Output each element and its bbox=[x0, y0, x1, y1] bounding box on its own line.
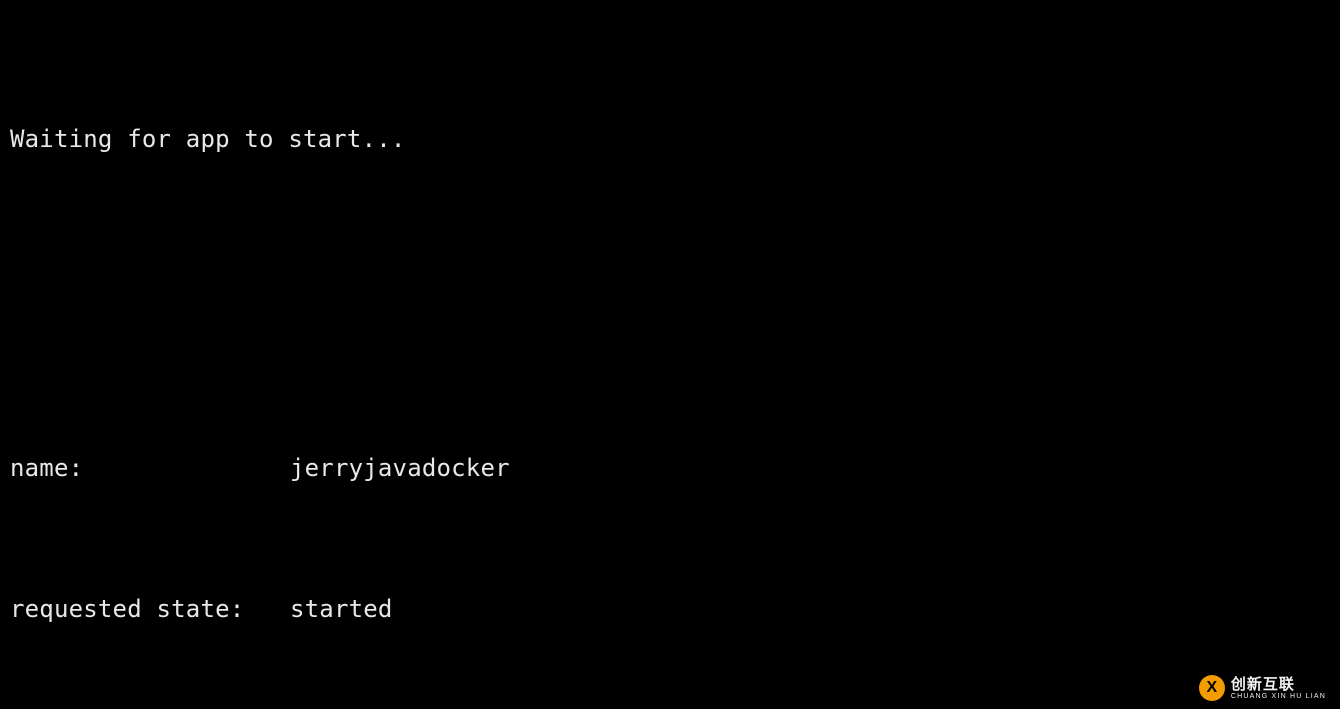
watermark: X 创新互联 CHUANG XIN HU LIAN bbox=[1199, 675, 1326, 701]
terminal-output: Waiting for app to start... name: jerryj… bbox=[0, 0, 1340, 709]
info-row-requested-state: requested state: started bbox=[10, 586, 1330, 633]
watermark-logo-icon: X bbox=[1199, 675, 1225, 701]
info-key: requested state: bbox=[10, 586, 290, 633]
waiting-line: Waiting for app to start... bbox=[10, 116, 1330, 163]
watermark-en: CHUANG XIN HU LIAN bbox=[1231, 693, 1326, 700]
info-value: jerryjavadocker bbox=[290, 445, 510, 492]
blank-line bbox=[10, 257, 1330, 304]
info-value: started bbox=[290, 586, 393, 633]
info-key: name: bbox=[10, 445, 290, 492]
watermark-cn: 创新互联 bbox=[1231, 677, 1295, 692]
watermark-text: 创新互联 CHUANG XIN HU LIAN bbox=[1231, 677, 1326, 700]
info-row-name: name: jerryjavadocker bbox=[10, 445, 1330, 492]
